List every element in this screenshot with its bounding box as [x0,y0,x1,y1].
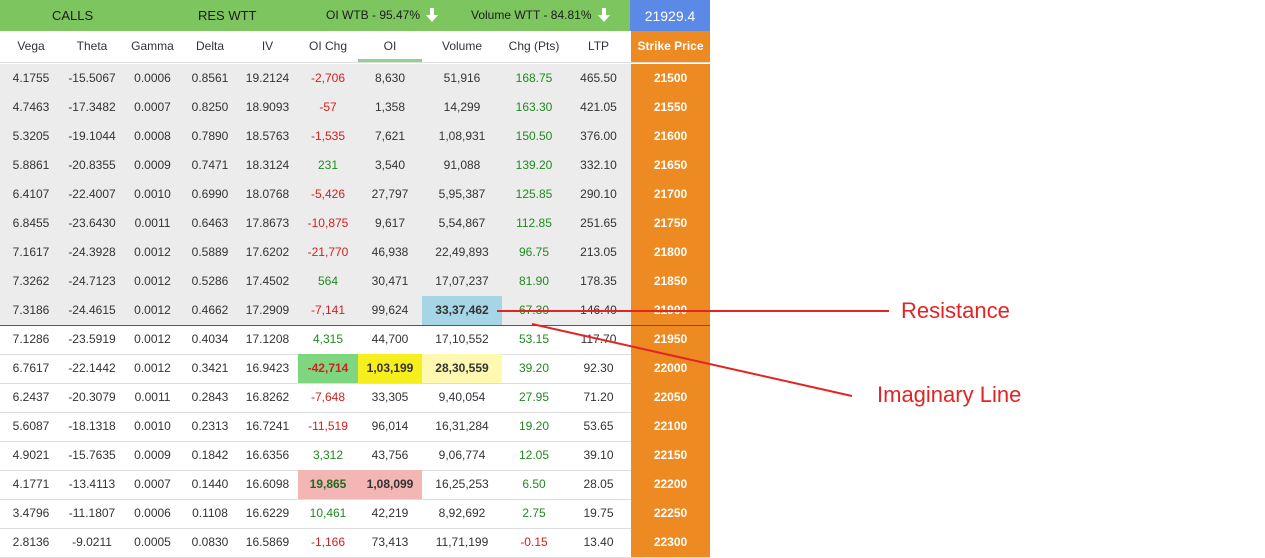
resistance-label: Resistance [901,298,1010,323]
imaginary-line [531,323,853,397]
imaginary-line-label: Imaginary Line [877,382,1022,407]
annotation-overlay [497,310,889,397]
